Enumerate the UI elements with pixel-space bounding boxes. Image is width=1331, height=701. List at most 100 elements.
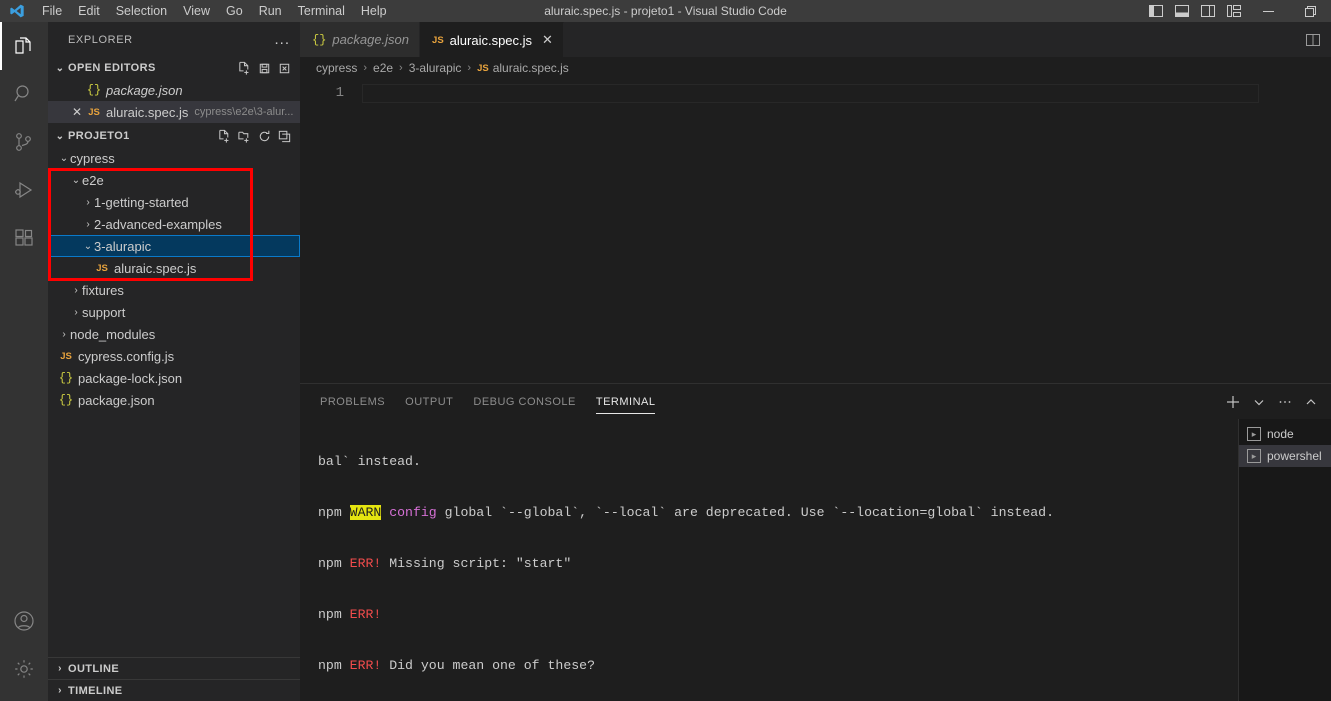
breadcrumb-label: cypress xyxy=(316,61,358,75)
tree-item-package-json[interactable]: {} package.json xyxy=(48,389,300,411)
tree-item-package-lock-json[interactable]: {} package-lock.json xyxy=(48,367,300,389)
source-control-icon xyxy=(16,133,31,151)
activity-item-search[interactable] xyxy=(0,70,48,118)
new-folder-icon[interactable] xyxy=(237,129,252,144)
breadcrumb-label: e2e xyxy=(373,61,394,75)
tab-label: aluraic.spec.js xyxy=(449,32,533,48)
hide-panel-icon[interactable] xyxy=(1303,394,1319,410)
customize-layout-icon[interactable] xyxy=(1221,0,1247,22)
maximize-window-button[interactable] xyxy=(1289,0,1331,22)
breadcrumb: cypress › e2e › 3-alurapic › JS aluraic.… xyxy=(300,57,1331,79)
toggle-primary-sidebar-icon[interactable] xyxy=(1143,0,1169,22)
menu-view[interactable]: View xyxy=(175,0,218,22)
sidebar-title: EXPLORER ... xyxy=(48,22,300,57)
new-file-icon[interactable] xyxy=(237,61,252,76)
js-icon: JS xyxy=(60,350,72,362)
line-number: 1 xyxy=(335,85,344,101)
chevron-down-icon: ⌄ xyxy=(55,62,65,74)
new-terminal-icon[interactable] xyxy=(1225,394,1241,410)
explorer-sidebar: EXPLORER ... ⌄ OPEN EDITORS {} package.j… xyxy=(48,22,300,701)
terminal-output[interactable]: bal` instead. npm WARN config global `--… xyxy=(300,419,1238,701)
sidebar-more-actions-icon[interactable]: ... xyxy=(274,31,290,48)
tree-item-label: package.json xyxy=(78,392,155,408)
section-projeto1[interactable]: ⌄ PROJETO1 xyxy=(48,125,300,147)
breadcrumb-item-3-alurapic[interactable]: 3-alurapic xyxy=(409,61,462,75)
breadcrumb-item-e2e[interactable]: e2e xyxy=(373,61,393,75)
menu-help[interactable]: Help xyxy=(353,0,395,22)
chevron-down-icon[interactable] xyxy=(1251,394,1267,410)
activity-item-source-control[interactable] xyxy=(0,118,48,166)
split-editor-icon[interactable] xyxy=(1305,32,1321,48)
tree-item-aluraic-spec-js[interactable]: JS aluraic.spec.js xyxy=(48,257,300,279)
tab-debug-console[interactable]: DEBUG CONSOLE xyxy=(473,384,575,419)
tree-item-label: fixtures xyxy=(82,282,124,298)
tree-item-fixtures[interactable]: › fixtures xyxy=(48,279,300,301)
editor-tab-bar: {} package.json JS aluraic.spec.js ✕ xyxy=(300,22,1331,57)
minimize-window-button[interactable] xyxy=(1247,0,1289,22)
save-all-icon[interactable] xyxy=(257,61,272,76)
tab-problems[interactable]: PROBLEMS xyxy=(320,384,385,419)
terminal-tab-node[interactable]: ▸ node xyxy=(1239,423,1331,445)
open-editor-package-json[interactable]: {} package.json xyxy=(48,79,300,101)
extensions-icon xyxy=(15,229,33,246)
section-timeline-label: TIMELINE xyxy=(68,684,123,697)
menu-go[interactable]: Go xyxy=(218,0,251,22)
menu-edit[interactable]: Edit xyxy=(70,0,108,22)
tree-item-3-alurapic[interactable]: ⌄ 3-alurapic xyxy=(48,235,300,257)
tree-item-cypress-config-js[interactable]: JS cypress.config.js xyxy=(48,345,300,367)
menu-file[interactable]: File xyxy=(34,0,70,22)
breadcrumb-label: 3-alurapic xyxy=(408,61,462,75)
activity-item-run-and-debug[interactable] xyxy=(0,166,48,214)
tree-item-e2e[interactable]: ⌄ e2e xyxy=(48,169,300,191)
tab-label: package.json xyxy=(332,32,410,47)
close-tab-icon[interactable]: ✕ xyxy=(542,32,553,48)
tree-item-1-getting-started[interactable]: › 1-getting-started xyxy=(48,191,300,213)
close-all-editors-icon[interactable] xyxy=(277,61,292,76)
breadcrumb-item-cypress[interactable]: cypress xyxy=(316,61,357,75)
new-file-icon[interactable] xyxy=(217,129,232,144)
menu-bar[interactable]: File Edit Selection View Go Run Terminal… xyxy=(34,0,395,22)
more-actions-icon[interactable] xyxy=(1277,394,1293,410)
activity-item-extensions[interactable] xyxy=(0,214,48,262)
menu-selection[interactable]: Selection xyxy=(108,0,175,22)
terminal-line: bal` instead. xyxy=(318,454,421,469)
tree-item-label: 3-alurapic xyxy=(94,238,152,254)
terminal-line: npm WARN config global `--global`, `--lo… xyxy=(318,505,1054,520)
search-icon xyxy=(14,85,29,102)
tree-item-cypress[interactable]: ⌄ cypress xyxy=(48,147,300,169)
collapse-all-icon[interactable] xyxy=(277,129,292,144)
tab-aluraic-spec-js[interactable]: JS aluraic.spec.js ✕ xyxy=(420,22,564,57)
menu-terminal[interactable]: Terminal xyxy=(290,0,353,22)
activity-item-accounts[interactable] xyxy=(0,597,48,645)
breadcrumb-item-aluraic-spec-js[interactable]: JS aluraic.spec.js xyxy=(477,61,569,75)
section-timeline[interactable]: › TIMELINE xyxy=(48,679,300,701)
toggle-panel-icon[interactable] xyxy=(1169,0,1195,22)
run-debug-icon xyxy=(15,181,33,199)
chevron-right-icon: › xyxy=(74,306,78,318)
toggle-secondary-sidebar-icon[interactable] xyxy=(1195,0,1221,22)
refresh-icon[interactable] xyxy=(257,129,272,144)
section-projeto1-label: PROJETO1 xyxy=(68,130,130,142)
activity-item-settings[interactable] xyxy=(0,645,48,693)
tree-item-support[interactable]: › support xyxy=(48,301,300,323)
terminal-icon: ▸ xyxy=(1247,427,1261,441)
close-editor-icon[interactable]: ✕ xyxy=(68,105,86,119)
section-open-editors[interactable]: ⌄ OPEN EDITORS xyxy=(48,57,300,79)
menu-run[interactable]: Run xyxy=(251,0,290,22)
terminal-tab-powershell[interactable]: ▸ powershel xyxy=(1239,445,1331,467)
section-outline[interactable]: › OUTLINE xyxy=(48,657,300,679)
tab-output[interactable]: OUTPUT xyxy=(405,384,453,419)
chevron-down-icon: ⌄ xyxy=(71,174,81,186)
tree-item-label: node_modules xyxy=(70,326,156,342)
json-icon: {} xyxy=(312,32,327,47)
tab-terminal[interactable]: TERMINAL xyxy=(595,384,656,419)
activity-item-explorer[interactable] xyxy=(0,22,48,70)
js-icon: JS xyxy=(96,262,108,274)
terminal-body: bal` instead. npm WARN config global `--… xyxy=(300,419,1331,701)
tree-item-2-advanced-examples[interactable]: › 2-advanced-examples xyxy=(48,213,300,235)
open-editor-aluraic-spec-js[interactable]: ✕ JS aluraic.spec.js cypress\e2e\3-alur.… xyxy=(48,101,300,123)
tab-package-json[interactable]: {} package.json xyxy=(300,22,421,57)
tree-item-node-modules[interactable]: › node_modules xyxy=(48,323,300,345)
code-editor[interactable]: 1 xyxy=(300,79,1331,366)
chevron-right-icon: › xyxy=(86,218,90,230)
